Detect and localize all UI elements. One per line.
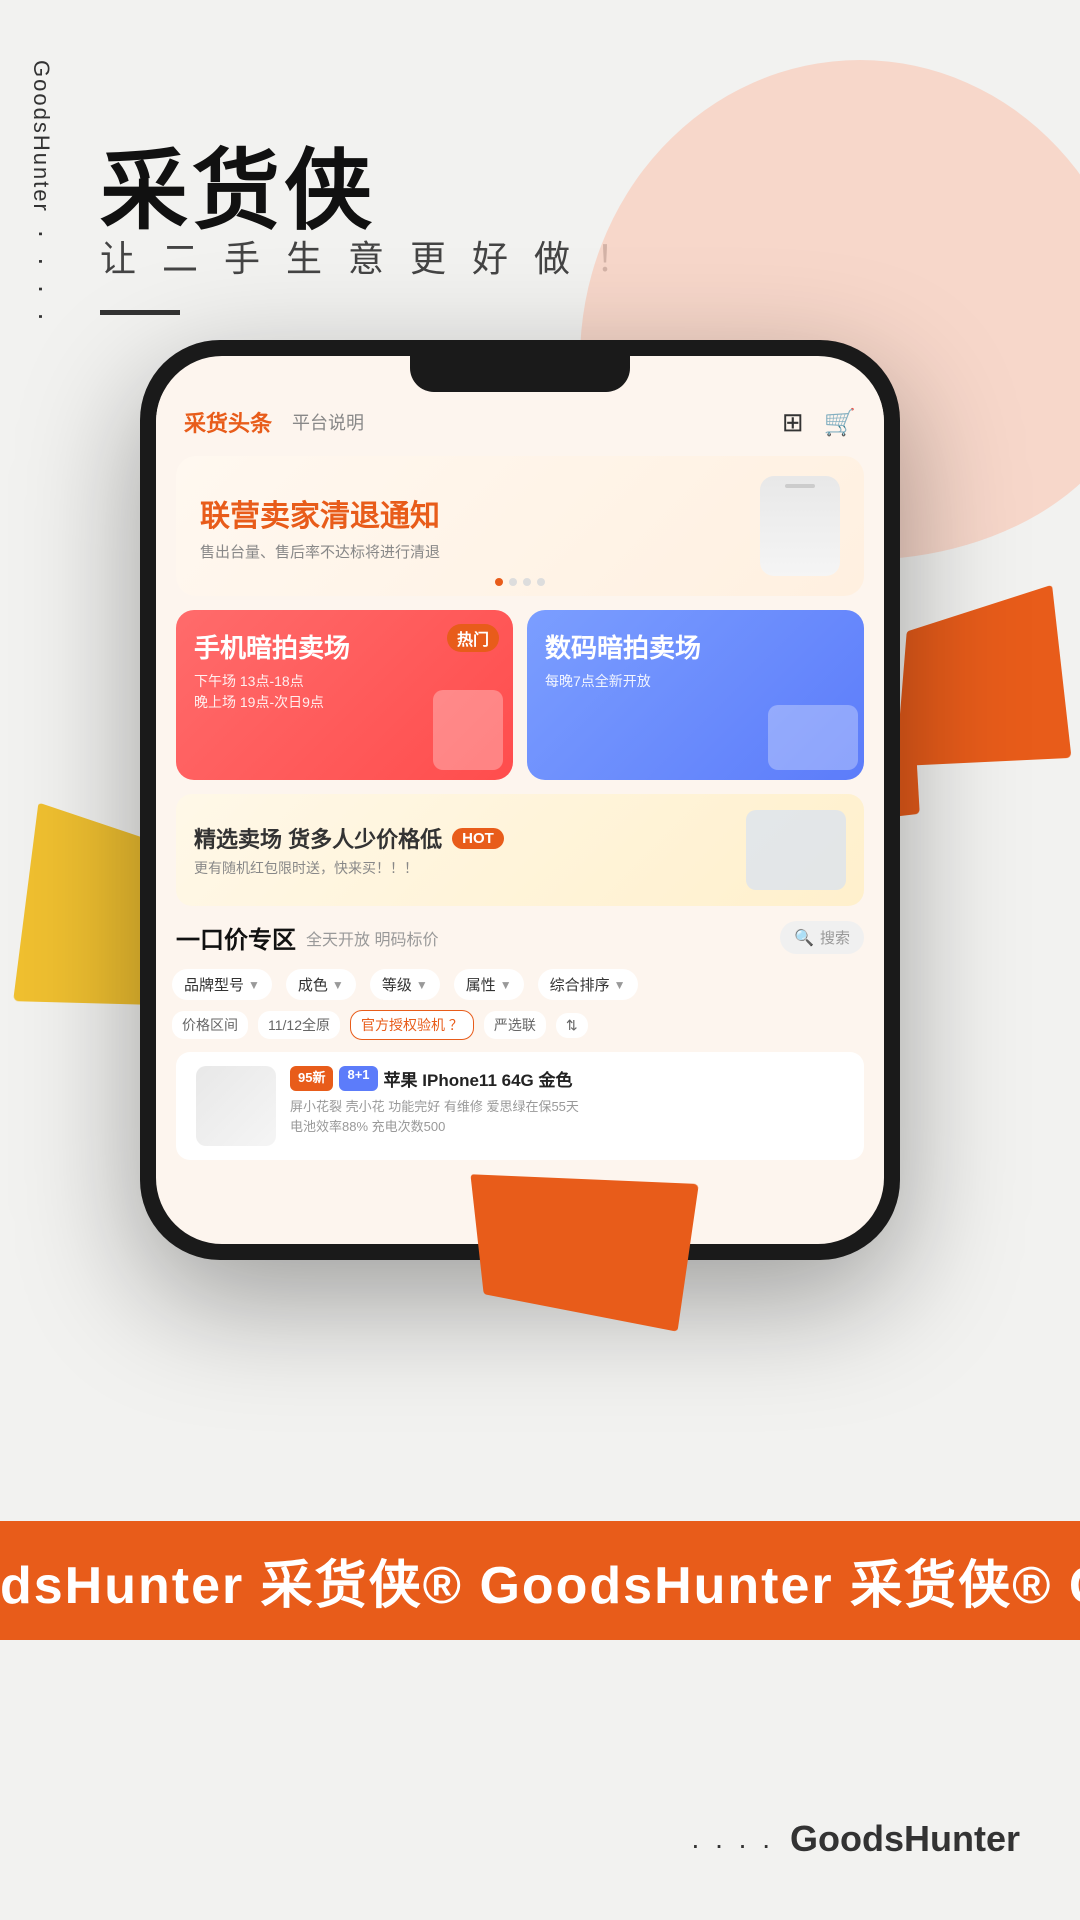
scan-icon[interactable]: ⊞ xyxy=(782,407,804,438)
tab-platform[interactable]: 平台说明 xyxy=(292,409,364,435)
footer-brand: GoodsHunter xyxy=(790,1818,1020,1860)
decorative-block-orange-big xyxy=(896,585,1072,767)
product-desc-1: 屏小花裂 壳小花 功能完好 有维修 爱思绿在保55天 xyxy=(290,1097,844,1117)
filter-grade[interactable]: 等级 ▼ xyxy=(370,969,440,1000)
digital-auction-image xyxy=(768,705,858,770)
app-content: 采货头条 平台说明 ⊞ 🛒 联营卖家清退通知 售出台量、售后率不达标将进行清退 xyxy=(156,356,884,1244)
filter-attribute[interactable]: 属性 ▼ xyxy=(454,969,524,1000)
hero-subtitle: 让 二 手 生 意 更 好 做 ！ xyxy=(100,230,640,282)
product-badges: 95新 8+1 苹果 IPhone11 64G 金色 xyxy=(290,1066,844,1091)
featured-image xyxy=(746,810,846,890)
dot-3 xyxy=(523,578,531,586)
phone-mockup: 采货头条 平台说明 ⊞ 🛒 联营卖家清退通知 售出台量、售后率不达标将进行清退 xyxy=(140,340,900,1260)
one-price-title: 一口价专区 xyxy=(176,920,296,955)
badge-condition: 95新 xyxy=(290,1066,333,1091)
product-name: 苹果 IPhone11 64G 金色 xyxy=(384,1066,573,1091)
filter-row-1: 品牌型号 ▼ 成色 ▼ 等级 ▼ 属性 ▼ 综合排序 ▼ xyxy=(156,963,884,1006)
banner-text: 联营卖家清退通知 售出台量、售后率不达标将进行清退 xyxy=(200,491,760,562)
banner-subtitle: 售出台量、售后率不达标将进行清退 xyxy=(200,541,760,562)
filter-brand[interactable]: 品牌型号 ▼ xyxy=(172,969,272,1000)
digital-auction-title: 数码暗拍卖场 xyxy=(545,628,846,665)
one-price-subtitle: 全天开放 明码标价 xyxy=(306,926,438,950)
footer: . . . . GoodsHunter xyxy=(692,1818,1020,1860)
hot-badge: 热门 xyxy=(447,624,499,652)
search-label: 搜索 xyxy=(820,927,850,948)
featured-title: 精选卖场 货多人少价格低 xyxy=(194,822,442,854)
filter-sort-icon[interactable]: ⇅ xyxy=(556,1013,588,1038)
bottom-banner-text: dsHunter 采货侠® GoodsHunter 采货侠® Goo xyxy=(0,1543,1080,1618)
tab-headlines[interactable]: 采货头条 xyxy=(184,406,272,438)
product-item[interactable]: 95新 8+1 苹果 IPhone11 64G 金色 屏小花裂 壳小花 功能完好… xyxy=(176,1052,864,1160)
badge-parts: 8+1 xyxy=(339,1066,377,1091)
product-image xyxy=(196,1066,276,1146)
featured-badge: HOT xyxy=(452,828,504,849)
phone-auction-image xyxy=(433,690,503,770)
app-tabs: 采货头条 平台说明 xyxy=(184,406,782,438)
dot-1 xyxy=(495,578,503,586)
dot-2 xyxy=(509,578,517,586)
banner-dots xyxy=(495,578,545,586)
featured-section[interactable]: 精选卖场 货多人少价格低 HOT 更有随机红包限时送，快来买！！！ xyxy=(176,794,864,906)
app-header: 采货头条 平台说明 ⊞ 🛒 xyxy=(156,392,884,448)
vertical-dots: . . . . xyxy=(32,230,64,326)
one-price-header: 一口价专区 全天开放 明码标价 🔍 搜索 xyxy=(156,906,884,963)
filter-11-12[interactable]: 11/12全原 xyxy=(258,1011,340,1039)
hero-line xyxy=(100,310,180,315)
cart-icon[interactable]: 🛒 xyxy=(824,407,856,438)
category-digital-auction[interactable]: 数码暗拍卖场 每晚7点全新开放 xyxy=(527,610,864,780)
phone-notch xyxy=(410,356,630,392)
product-info: 95新 8+1 苹果 IPhone11 64G 金色 屏小花裂 壳小花 功能完好… xyxy=(290,1066,844,1136)
filter-condition[interactable]: 成色 ▼ xyxy=(286,969,356,1000)
hero-title: 采货侠 xyxy=(100,120,376,247)
category-row: 热门 手机暗拍卖场 下午场 13点-18点 晚上场 19点-次日9点 数码暗拍卖… xyxy=(156,610,884,780)
filter-price-range[interactable]: 价格区间 xyxy=(172,1011,248,1039)
banner[interactable]: 联营卖家清退通知 售出台量、售后率不达标将进行清退 xyxy=(176,456,864,596)
filter-strict[interactable]: 严选联 xyxy=(484,1011,546,1039)
featured-text: 精选卖场 货多人少价格低 HOT 更有随机红包限时送，快来买！！！ xyxy=(194,822,746,878)
filter-certified[interactable]: 官方授权验机 ？ xyxy=(350,1010,474,1040)
filter-sort[interactable]: 综合排序 ▼ xyxy=(538,969,638,1000)
digital-auction-desc: 每晚7点全新开放 xyxy=(545,671,846,692)
header-icons: ⊞ 🛒 xyxy=(782,407,856,438)
decorative-block-red-bottom xyxy=(470,1174,698,1332)
footer-dots: . . . . xyxy=(692,1823,774,1855)
category-phone-auction[interactable]: 热门 手机暗拍卖场 下午场 13点-18点 晚上场 19点-次日9点 xyxy=(176,610,513,780)
product-desc-2: 电池效率88% 充电次数500 xyxy=(290,1117,844,1137)
dot-4 xyxy=(537,578,545,586)
bottom-banner: dsHunter 采货侠® GoodsHunter 采货侠® Goo xyxy=(0,1521,1080,1640)
vertical-brand-text: GoodsHunter xyxy=(28,60,54,213)
search-icon: 🔍 xyxy=(794,928,814,948)
banner-phone-image xyxy=(760,476,840,576)
banner-title: 联营卖家清退通知 xyxy=(200,491,760,535)
phone-screen: 采货头条 平台说明 ⊞ 🛒 联营卖家清退通知 售出台量、售后率不达标将进行清退 xyxy=(156,356,884,1244)
search-box[interactable]: 🔍 搜索 xyxy=(780,921,864,954)
filter-row-2: 价格区间 11/12全原 官方授权验机 ？ 严选联 ⇅ xyxy=(156,1006,884,1044)
featured-subtitle: 更有随机红包限时送，快来买！！！ xyxy=(194,858,746,878)
